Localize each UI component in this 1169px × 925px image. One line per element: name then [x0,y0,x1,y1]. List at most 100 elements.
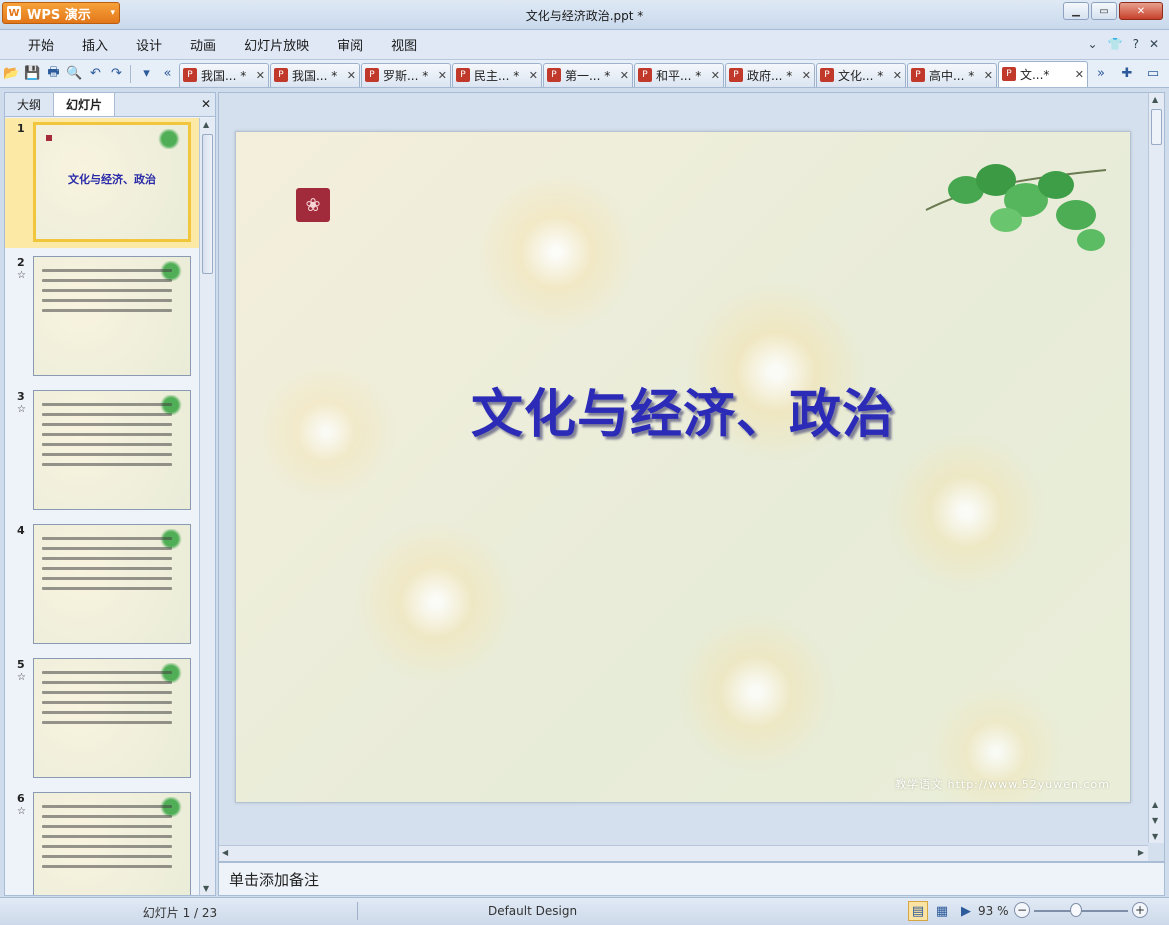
menu-view[interactable]: 视图 [377,35,431,54]
seal-icon: ❀ [296,188,330,222]
close-icon[interactable]: ✕ [1149,37,1159,51]
tab-outline[interactable]: 大纲 [5,93,53,116]
doc-tab[interactable]: P 第一... * ✕ [542,62,633,87]
close-icon[interactable]: ✕ [802,69,811,82]
doc-tab[interactable]: P 罗斯... * ✕ [360,62,451,87]
close-icon[interactable]: ✕ [438,69,447,82]
close-icon[interactable]: ✕ [201,97,211,111]
chevron-down-icon[interactable]: ⌄ [1088,37,1098,51]
doc-tab[interactable]: P 和平... * ✕ [633,62,724,87]
doc-tab-label: 政府... * [746,68,793,83]
zoom-slider-handle[interactable] [1070,903,1082,917]
close-icon[interactable]: ✕ [893,69,902,82]
ppt-file-icon: P [364,68,379,82]
slide-thumbnail-row[interactable]: 2 ☆ [5,252,199,382]
scroll-right-icon[interactable]: ▶ [1138,848,1144,857]
menu-animation[interactable]: 动画 [176,35,230,54]
scroll-down-icon[interactable]: ▼ [1152,816,1158,825]
ppt-file-icon: P [182,68,197,82]
slide-thumbnail-row[interactable]: 3 ☆ [5,386,199,516]
close-icon[interactable]: ✕ [711,69,720,82]
slide-thumbnail-row[interactable]: 5 ☆ [5,654,199,784]
next-slide-icon[interactable]: ▼ [1152,832,1158,841]
print-preview-icon[interactable]: 🔍 [65,64,84,84]
doc-tab[interactable]: P 高中... * ✕ [906,62,997,87]
menu-design[interactable]: 设计 [122,35,176,54]
close-button[interactable]: ✕ [1119,2,1163,20]
scroll-left-icon[interactable]: ◀ [222,848,228,857]
print-icon[interactable]: 🖶 [44,64,63,84]
close-icon[interactable]: ✕ [1075,68,1084,81]
tabs-scroll-left-icon[interactable]: « [158,64,177,84]
scrollbar-thumb[interactable] [202,134,213,274]
slide-thumbnail-row[interactable]: 6 ☆ [5,788,199,895]
slide-thumbnail[interactable]: 文化与经济、政治 [33,122,191,242]
thumbnail-text-lines [42,671,172,731]
redo-icon[interactable]: ↷ [107,64,126,84]
doc-tab-label: 民主... * [473,68,520,83]
window-list-icon[interactable]: ▭ [1143,64,1163,84]
animation-star-icon: ☆ [17,404,26,415]
menu-insert[interactable]: 插入 [68,35,122,54]
zoom-out-button[interactable]: − [1014,902,1030,918]
slides-panel: 大纲 幻灯片 ✕ 1 文化与经济、政治 2 ☆ 3 ☆ 4 5 ☆ 6 ☆ ▲ … [4,92,216,896]
slide-thumbnail[interactable] [33,390,191,510]
scroll-up-icon[interactable]: ▲ [1152,95,1158,104]
menu-review[interactable]: 审阅 [323,35,377,54]
scroll-up-icon[interactable]: ▲ [1152,800,1158,809]
scroll-up-icon[interactable]: ▲ [203,120,209,129]
restore-button[interactable]: ▭ [1091,2,1117,20]
open-folder-icon[interactable]: 📂 [2,64,21,84]
slide-sorter-icon[interactable]: ▦ [932,901,952,921]
skin-icon[interactable]: 👕 [1108,37,1123,51]
normal-view-icon[interactable]: ▤ [908,901,928,921]
menu-slideshow[interactable]: 幻灯片放映 [230,35,323,54]
design-name: Default Design [487,904,578,918]
slide-title[interactable]: 文化与经济、政治 [236,372,1130,447]
zoom-in-button[interactable]: + [1132,902,1148,918]
slide-thumbnail-row[interactable]: 1 文化与经济、政治 [5,118,199,248]
slide-canvas[interactable]: ❀ 文化与经济、政治 教学语文 http://www.52yuwen.com [235,131,1131,803]
doc-tab-label: 文...* [1019,67,1050,82]
slide-number: 3 [17,390,25,403]
doc-tab-active[interactable]: P 文...* ✕ [997,60,1088,87]
close-icon[interactable]: ✕ [347,69,356,82]
tabs-scroll-right-icon[interactable]: » [1091,64,1111,84]
slide-thumbnail[interactable] [33,792,191,895]
close-icon[interactable]: ✕ [529,69,538,82]
new-tab-icon[interactable]: ✚ [1117,64,1137,84]
close-icon[interactable]: ✕ [984,69,993,82]
scroll-down-icon[interactable]: ▼ [203,884,209,893]
doc-tab[interactable]: P 我国... * ✕ [178,62,269,87]
customize-toolbar-icon[interactable]: ▾ [137,64,156,84]
slide-number: 2 [17,256,25,269]
separator [357,902,358,920]
slideshow-icon[interactable]: ▶ [956,901,976,921]
editor-horizontal-scrollbar[interactable]: ◀ ▶ [219,845,1148,861]
doc-tab[interactable]: P 我国... * ✕ [269,62,360,87]
slide-thumbnail[interactable] [33,524,191,644]
save-icon[interactable]: 💾 [23,64,42,84]
help-icon[interactable]: ? [1133,37,1139,51]
notes-pane[interactable]: 单击添加备注 [218,862,1165,896]
slide-thumbnail[interactable] [33,256,191,376]
slide-thumbnail-row[interactable]: 4 [5,520,199,650]
close-icon[interactable]: ✕ [620,69,629,82]
scrollbar-thumb[interactable] [1151,109,1162,145]
close-icon[interactable]: ✕ [256,69,265,82]
doc-tab[interactable]: P 文化... * ✕ [815,62,906,87]
minimize-button[interactable]: ▁ [1063,2,1089,20]
undo-icon[interactable]: ↶ [86,64,105,84]
menu-home[interactable]: 开始 [14,35,68,54]
doc-tab[interactable]: P 政府... * ✕ [724,62,815,87]
slide-thumbnail[interactable] [33,658,191,778]
slides-panel-scrollbar[interactable]: ▲ ▼ [199,118,215,895]
tab-slides[interactable]: 幻灯片 [53,92,116,116]
thumbnail-title: 文化与经济、政治 [68,173,156,186]
doc-tab[interactable]: P 民主... * ✕ [451,62,542,87]
zoom-level: 93 % [978,904,1009,918]
ppt-file-icon: P [819,68,834,82]
slide-number: 4 [17,524,25,537]
document-tabs: P 我国... * ✕ P 我国... * ✕ P 罗斯... * ✕ P 民主... * ✕ … [178,60,1089,87]
editor-vertical-scrollbar[interactable]: ▲ ▲ ▼ ▼ [1148,93,1164,843]
